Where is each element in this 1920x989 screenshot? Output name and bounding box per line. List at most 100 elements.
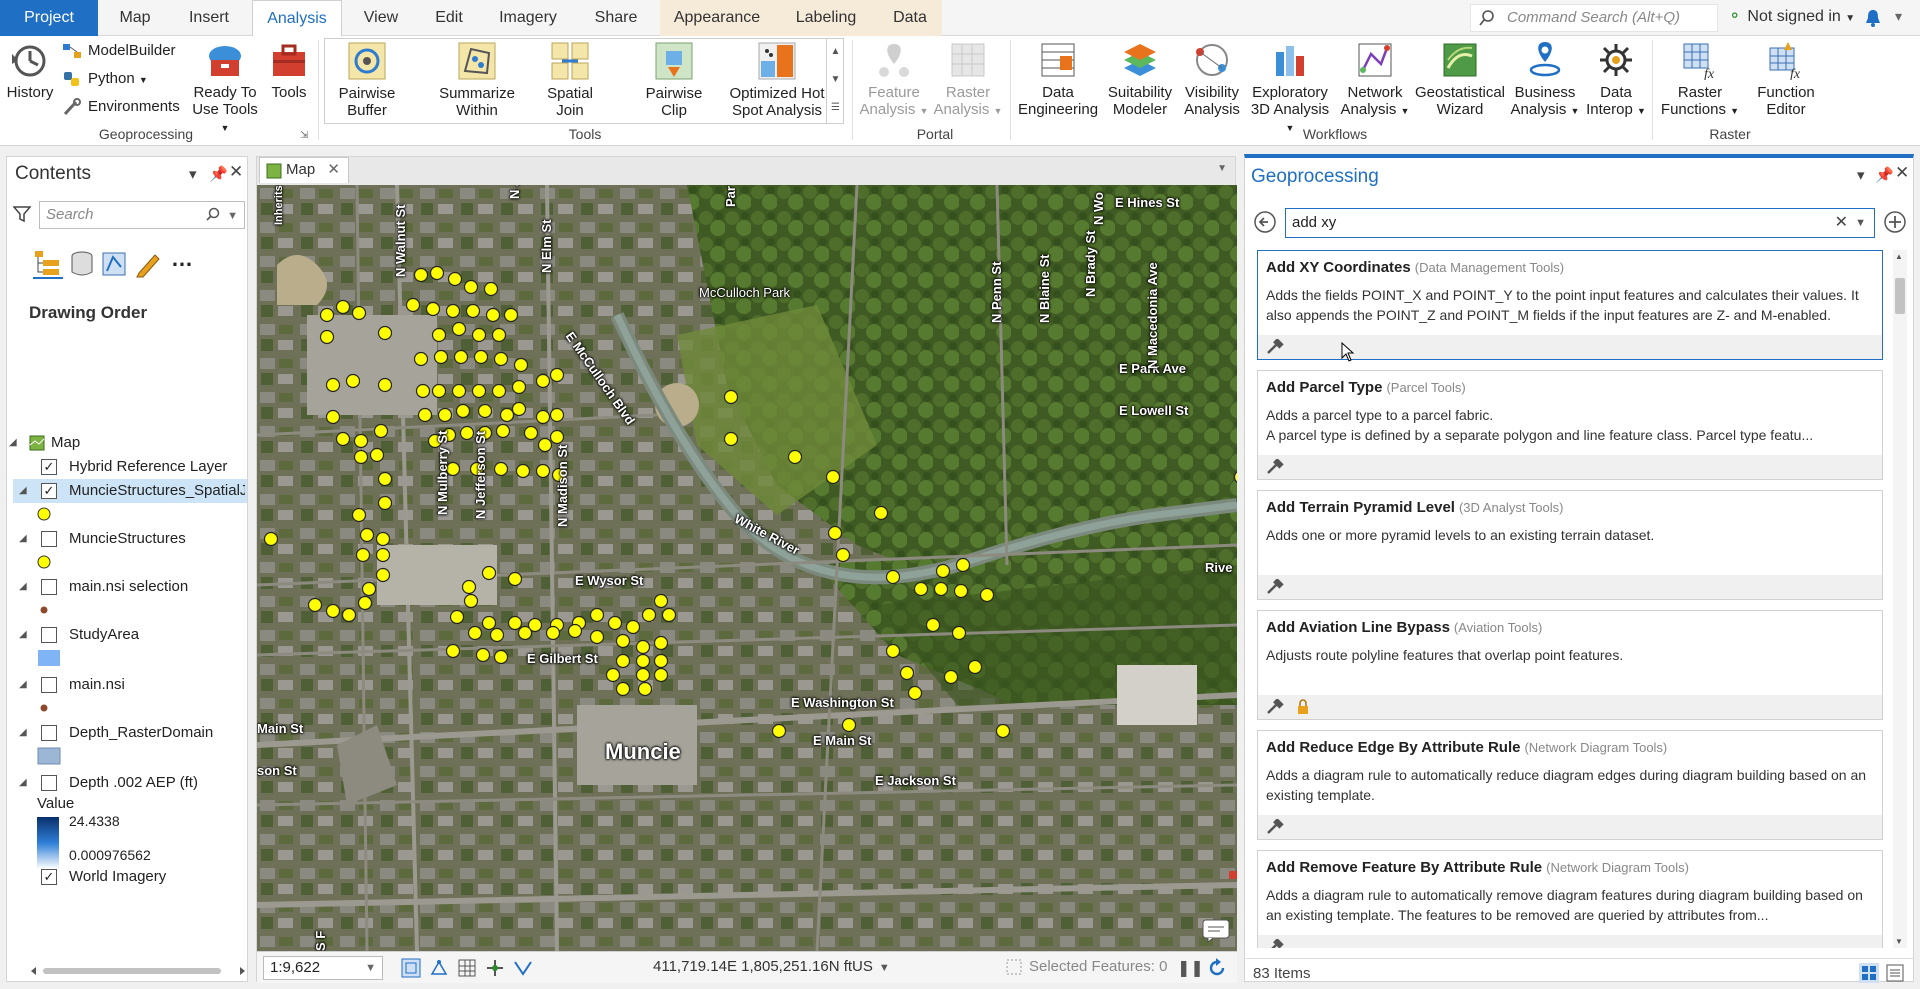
chevron-down-icon[interactable]: ▼ [227, 203, 238, 229]
brown-point-symbol[interactable] [39, 703, 49, 713]
chevron-down-icon[interactable]: ▼ [1895, 937, 1903, 946]
chevron-down-icon[interactable]: ▼ [827, 66, 844, 94]
close-icon[interactable]: ✕ [1895, 163, 1909, 183]
chevron-up-icon[interactable]: ▲ [1895, 252, 1903, 261]
pairwise-clip-button[interactable]: Pairwise Clip [643, 41, 705, 119]
list-by-selection-icon[interactable] [99, 249, 129, 279]
network-analysis-button[interactable]: Network Analysis ▼ [1336, 40, 1414, 120]
layer-studyarea[interactable]: ◢ StudyArea [13, 623, 247, 647]
coordinate-readout[interactable]: 411,719.14E 1,805,251.16N ftUS ▼ [653, 958, 890, 975]
collapse-arrow-icon[interactable]: ◢ [19, 527, 27, 551]
list-by-data-source-icon[interactable] [67, 249, 97, 279]
suitability-modeler-button[interactable]: Suitability Modeler [1102, 40, 1178, 118]
layer-munciestructures[interactable]: ◢ MuncieStructures [13, 527, 247, 551]
layer-world-imagery[interactable]: ✓ World Imagery [13, 865, 247, 889]
tab-imagery[interactable]: Imagery [496, 0, 560, 36]
close-icon[interactable]: ✕ [327, 158, 340, 182]
spatial-join-button[interactable]: Spatial Join [539, 41, 601, 119]
optimized-hot-spot-button[interactable]: Optimized Hot Spot Analysis [725, 41, 829, 119]
pin-icon[interactable]: 📌 [1875, 166, 1894, 184]
visibility-checkbox[interactable]: ✓ [41, 483, 57, 499]
chevron-up-icon[interactable]: ▲ [827, 38, 844, 66]
constraints-icon[interactable] [485, 958, 505, 978]
list-by-drawing-order-icon[interactable] [33, 249, 63, 279]
environments-button[interactable]: Environments [62, 96, 180, 118]
grid-icon[interactable] [457, 958, 477, 978]
more-options-icon[interactable]: … [171, 248, 201, 279]
close-icon[interactable]: ✕ [229, 162, 243, 182]
pin-icon[interactable]: 📌 [209, 165, 228, 183]
yellow-point-symbol[interactable] [37, 555, 51, 569]
collapse-arrow-icon[interactable]: ◢ [19, 479, 27, 503]
tool-result-add-remove-feature-by-attribute-rule[interactable]: Add Remove Feature By Attribute Rule (Net… [1257, 850, 1883, 948]
visibility-checkbox[interactable] [41, 579, 57, 595]
feature-analysis-button[interactable]: Feature Analysis ▼ [858, 40, 930, 120]
gray-blue-polygon-symbol[interactable] [37, 747, 61, 765]
snapping-icon[interactable] [429, 958, 449, 978]
correction-icon[interactable] [513, 958, 533, 978]
map-view-tab[interactable]: Map ✕ [259, 157, 349, 183]
python-button[interactable]: Python ▼ [62, 68, 148, 90]
exploratory-3d-button[interactable]: Exploratory 3D Analysis ▼ [1248, 40, 1332, 137]
function-editor-button[interactable]: fx Function Editor [1748, 40, 1824, 118]
history-button[interactable]: History [6, 42, 54, 101]
collapse-arrow-icon[interactable]: ◢ [9, 431, 17, 455]
map-canvas[interactable]: N Walnut St N Elm St N Jeff Par Inherits… [257, 185, 1237, 951]
collapse-arrow-icon[interactable]: ◢ [19, 673, 27, 697]
tab-data[interactable]: Data [878, 0, 942, 36]
command-search-input[interactable]: Command Search (Alt+Q) [1470, 4, 1718, 32]
modelbuilder-button[interactable]: ModelBuilder [62, 40, 176, 62]
tab-analysis[interactable]: Analysis [252, 0, 342, 37]
tab-appearance[interactable]: Appearance [660, 0, 774, 36]
tool-search-input[interactable]: add xy ✕ ▼ [1285, 208, 1875, 238]
pane-menu-icon[interactable]: ▾ [1857, 166, 1865, 184]
ready-to-use-tools-button[interactable]: Ready To Use Tools ▼ [190, 42, 260, 137]
layer-munciestructures-spatialjoin[interactable]: ◢ ✓ MuncieStructures_SpatialJoi [13, 479, 247, 503]
business-analysis-button[interactable]: Business Analysis ▼ [1510, 40, 1580, 120]
layer-main-nsi[interactable]: ◢ main.nsi [13, 673, 247, 697]
tab-share[interactable]: Share [586, 0, 646, 36]
collapse-arrow-icon[interactable]: ◢ [19, 623, 27, 647]
clear-search-icon[interactable]: ✕ [1835, 209, 1848, 237]
horizontal-scrollbar[interactable] [29, 965, 247, 977]
contents-search-input[interactable]: Search ▼ [39, 201, 245, 229]
tools-button[interactable]: Tools [266, 42, 312, 101]
tile-view-icon[interactable] [1859, 963, 1879, 983]
layer-depth-rasterdomain[interactable]: ◢ Depth_RasterDomain [13, 721, 247, 745]
results-scrollbar[interactable]: ▲ ▼ [1893, 250, 1907, 948]
tool-result-add-aviation-line-bypass[interactable]: Add Aviation Line Bypass (Aviation Tools)… [1257, 610, 1883, 720]
list-by-editing-icon[interactable] [133, 249, 163, 279]
brown-point-symbol[interactable] [39, 605, 49, 615]
visibility-analysis-button[interactable]: Visibility Analysis [1180, 40, 1244, 118]
list-view-icon[interactable] [1885, 963, 1905, 983]
filter-icon[interactable] [13, 205, 31, 223]
visibility-checkbox[interactable] [41, 725, 57, 741]
help-icon[interactable]: ▾ [1895, 8, 1902, 25]
collapse-arrow-icon[interactable]: ◢ [19, 771, 27, 795]
yellow-point-symbol[interactable] [37, 507, 51, 521]
summarize-within-button[interactable]: Summarize Within [437, 41, 517, 119]
visibility-checkbox[interactable]: ✓ [41, 869, 57, 885]
tool-result-add-reduce-edge-by-attribute-rule[interactable]: Add Reduce Edge By Attribute Rule (Networ… [1257, 730, 1883, 840]
layer-main-nsi-selection[interactable]: ◢ main.nsi selection [13, 575, 247, 599]
tab-view[interactable]: View [358, 0, 404, 36]
blue-polygon-symbol[interactable] [37, 649, 61, 667]
visibility-checkbox[interactable] [41, 531, 57, 547]
data-interop-button[interactable]: Data Interop ▼ [1584, 40, 1648, 120]
collapse-arrow-icon[interactable]: ◢ [19, 575, 27, 599]
raster-functions-button[interactable]: fx Raster Functions ▼ [1656, 40, 1744, 120]
tool-result-add-parcel-type[interactable]: Add Parcel Type (Parcel Tools) Adds a par… [1257, 370, 1883, 480]
visibility-checkbox[interactable] [41, 627, 57, 643]
back-arrow-icon[interactable] [1253, 210, 1277, 234]
gallery-expand-icon[interactable]: ☰ [827, 94, 844, 122]
gallery-scroll[interactable]: ▲ ▼ ☰ [826, 38, 844, 124]
geostatistical-wizard-button[interactable]: Geostatistical Wizard [1412, 40, 1508, 118]
tab-labeling[interactable]: Labeling [774, 0, 878, 36]
add-icon[interactable] [1883, 210, 1907, 234]
map-notes-icon[interactable] [1202, 919, 1230, 943]
chevron-down-icon[interactable]: ▼ [1217, 163, 1227, 174]
layer-depth-002-aep[interactable]: ◢ Depth .002 AEP (ft) [13, 771, 247, 795]
tool-result-add-terrain-pyramid-level[interactable]: Add Terrain Pyramid Level (3D Analyst Too… [1257, 490, 1883, 600]
fixed-zoom-icon[interactable] [401, 958, 421, 978]
tab-map[interactable]: Map [112, 0, 158, 36]
